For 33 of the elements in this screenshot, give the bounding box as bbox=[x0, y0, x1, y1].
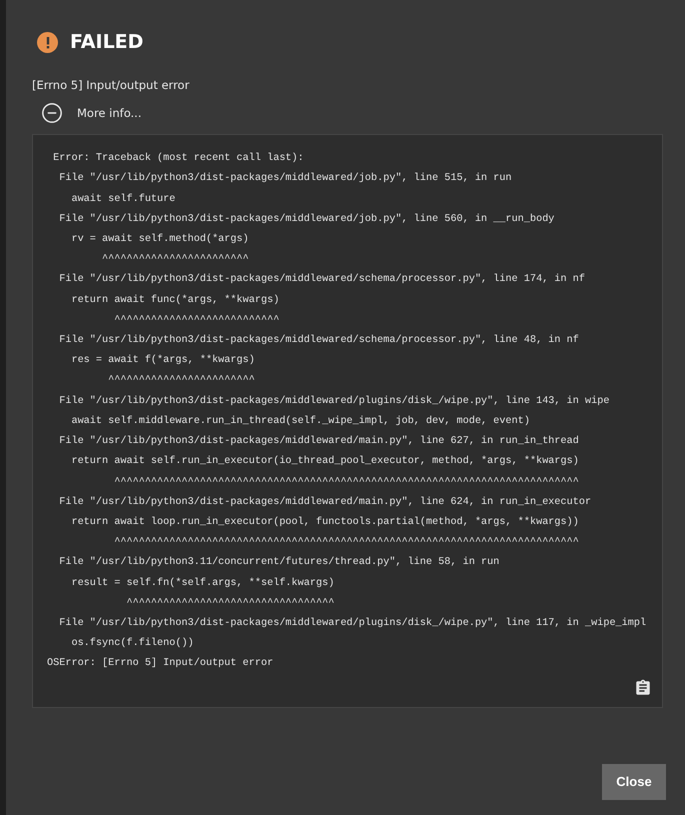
error-message: [Errno 5] Input/output error bbox=[32, 77, 190, 94]
traceback-line: return await loop.run_in_executor(pool, functools.partial(method, *args, **kwargs)) bbox=[70, 516, 579, 530]
more-info-toggle[interactable]: More info... bbox=[41, 102, 142, 124]
traceback-line: File "/usr/lib/python3/dist-packages/middlewared/schema/processor.py", line 174, in nf bbox=[58, 272, 585, 288]
collapse-icon bbox=[41, 102, 63, 124]
traceback-line: File "/usr/lib/python3/dist-packages/middlewared/job.py", line 515, in run bbox=[58, 172, 512, 186]
close-button[interactable]: Close bbox=[602, 764, 666, 800]
traceback-line: File "/usr/lib/python3/dist-packages/middlewared/plugins/disk_/wipe.py", line 117, in _wipe_impl bbox=[58, 616, 646, 631]
warning-icon bbox=[37, 32, 58, 53]
traceback-line: ^^^^^^^^^^^^^^^^^^^^^^^^^^^ bbox=[113, 314, 280, 328]
traceback-line: ^^^^^^^^^^^^^^^^^^^^^^^^^^^^^^^^^^ bbox=[125, 596, 334, 611]
traceback-line: File "/usr/lib/python3/dist-packages/middlewared/main.py", line 627, in run_in_thread bbox=[58, 434, 579, 450]
traceback-line: File "/usr/lib/python3/dist-packages/middlewared/main.py", line 624, in run_in_executor bbox=[58, 496, 592, 510]
traceback-line: File "/usr/lib/python3/dist-packages/middlewared/job.py", line 560, in __run_body bbox=[58, 212, 554, 227]
traceback-line: os.fsync(f.fileno()) bbox=[70, 636, 194, 652]
copy-to-clipboard-icon[interactable] bbox=[634, 678, 652, 697]
traceback-line: res = await f(*args, **kwargs) bbox=[70, 354, 255, 368]
traceback-line: ^^^^^^^^^^^^^^^^^^^^^^^^ bbox=[101, 253, 249, 268]
traceback-line: await self.future bbox=[70, 192, 176, 207]
dialog-title: FAILED bbox=[70, 33, 144, 52]
traceback-line: File "/usr/lib/python3/dist-packages/middlewared/plugins/disk_/wipe.py", line 143, in wipe bbox=[58, 394, 610, 409]
traceback-line: return await self.run_in_executor(io_thread_pool_executor, method, *args, **kwargs) bbox=[70, 454, 579, 470]
traceback-line: ^^^^^^^^^^^^^^^^^^^^^^^^ bbox=[107, 374, 255, 388]
traceback-line: File "/usr/lib/python3/dist-packages/middlewared/schema/processor.py", line 48, in nf bbox=[58, 334, 579, 348]
traceback-line: await self.middleware.run_in_thread(self._wipe_impl, job, dev, mode, event) bbox=[70, 414, 530, 429]
traceback-line: return await func(*args, **kwargs) bbox=[70, 294, 280, 308]
traceback-line: Error: Traceback (most recent call last): bbox=[52, 152, 304, 166]
traceback-line: result = self.fn(*self.args, **self.kwargs) bbox=[70, 576, 334, 591]
traceback-line: File "/usr/lib/python3.11/concurrent/futures/thread.py", line 58, in run bbox=[58, 556, 500, 570]
traceback-line: rv = await self.method(*args) bbox=[70, 232, 249, 248]
traceback-line: ^^^^^^^^^^^^^^^^^^^^^^^^^^^^^^^^^^^^^^^^^^^^^^^^^^^^^^^^^^^^^^^^^^^^^^^^^^^^ bbox=[113, 476, 579, 490]
traceback-line: ^^^^^^^^^^^^^^^^^^^^^^^^^^^^^^^^^^^^^^^^^^^^^^^^^^^^^^^^^^^^^^^^^^^^^^^^^^^^ bbox=[113, 536, 579, 550]
traceback-line: OSError: [Errno 5] Input/output error bbox=[47, 656, 274, 672]
